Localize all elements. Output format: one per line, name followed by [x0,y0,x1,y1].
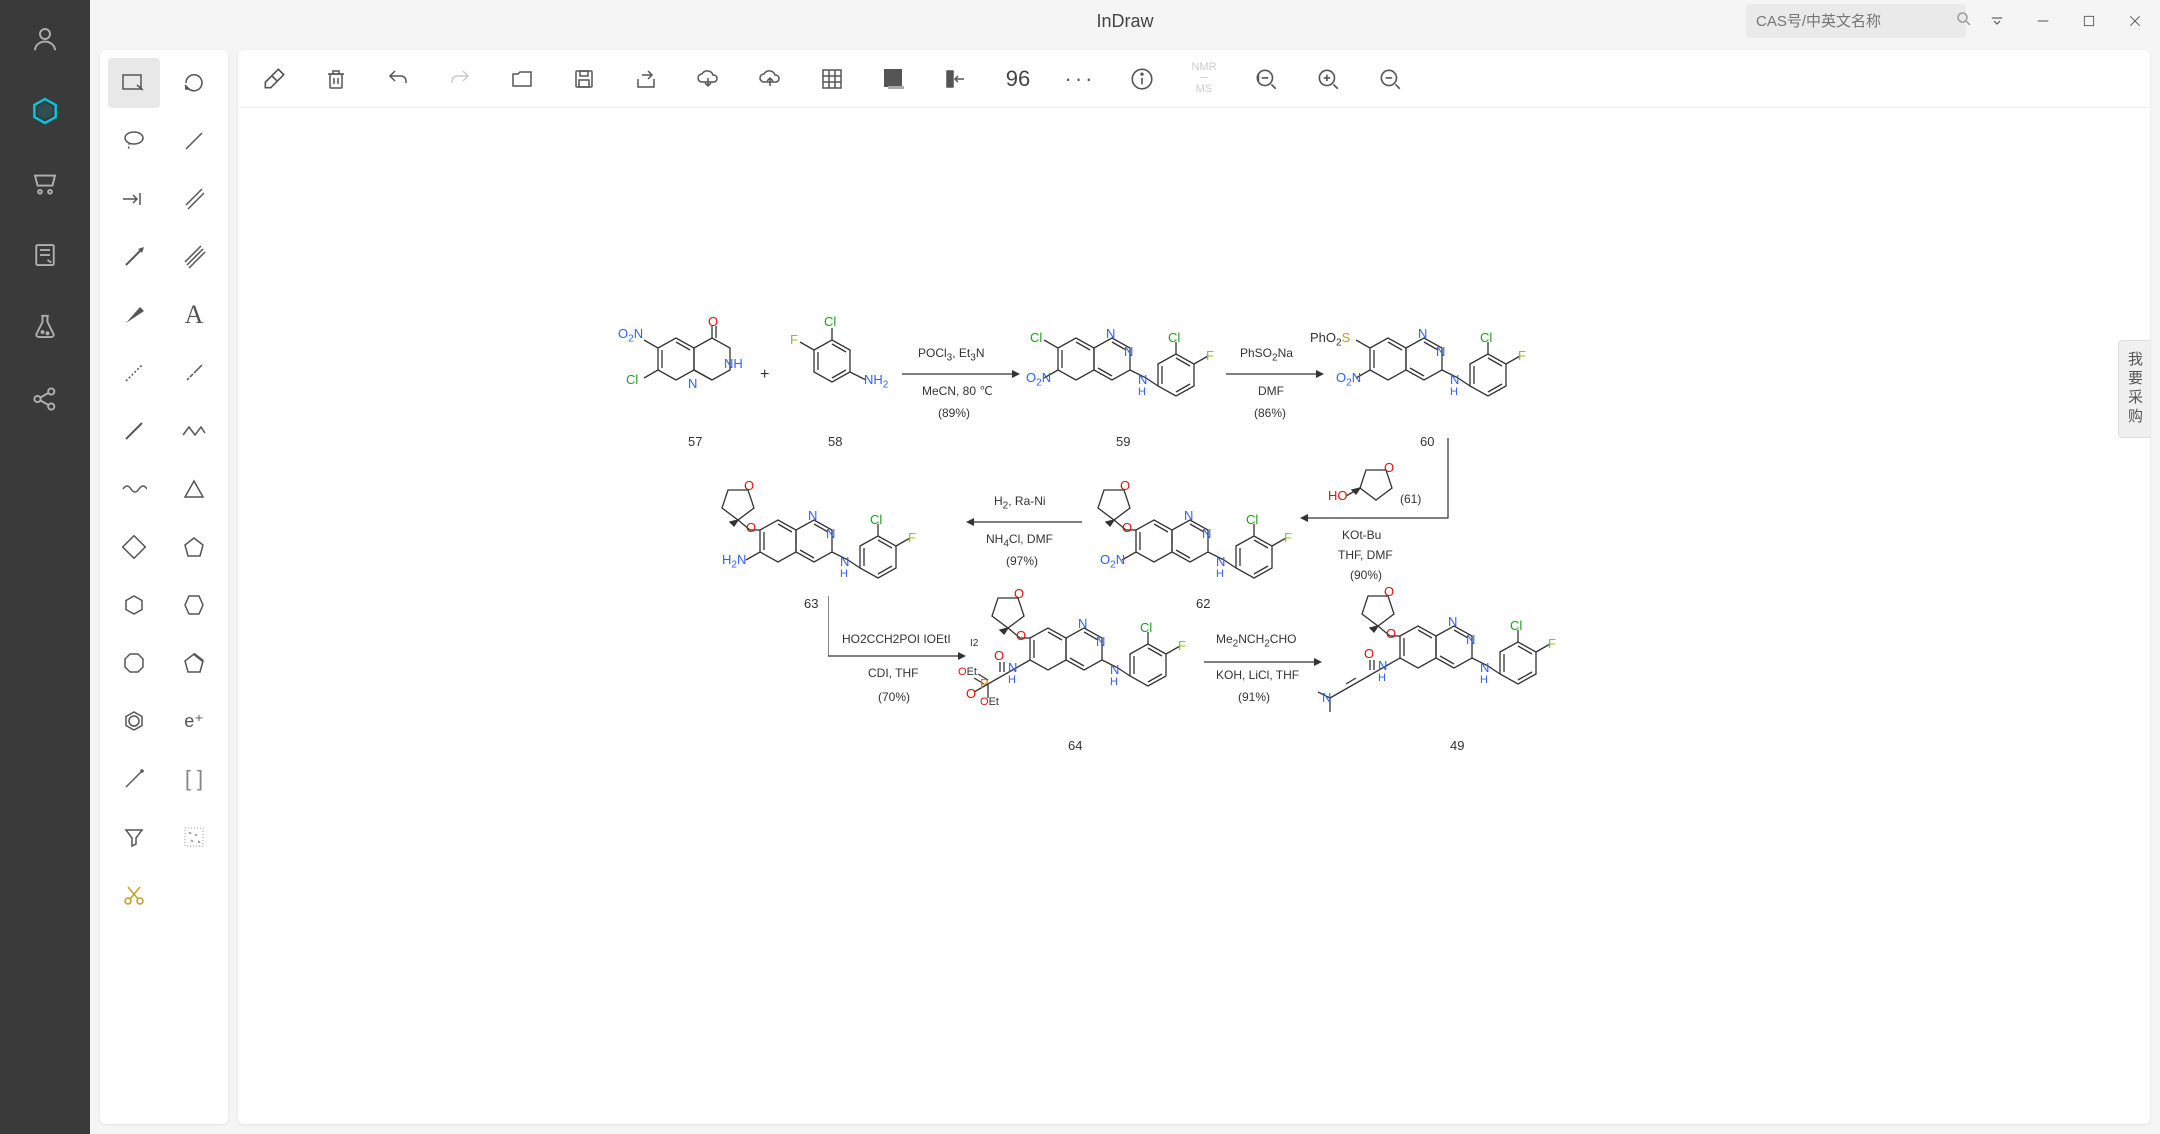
tool-brackets[interactable]: [ ] [168,754,220,804]
info-button[interactable] [1124,61,1160,97]
r2-yield: (86%) [1254,406,1286,420]
tool-text[interactable]: A [168,290,220,340]
reaction-arrow-2 [1226,368,1326,380]
r5-line2: CDI, THF [868,666,918,680]
side-tab-purchase[interactable]: 我要采购 [2118,340,2150,438]
reaction-arrow-1 [902,368,1022,380]
delete-button[interactable] [318,61,354,97]
tool-pentagon[interactable] [168,522,220,572]
compound-num-63: 63 [804,596,818,611]
redo-button[interactable] [442,61,478,97]
r1-line2: MeCN, 80 ℃ [922,384,993,398]
minimize-button[interactable] [2028,6,2058,36]
close-button[interactable] [2120,6,2150,36]
undo-button[interactable] [380,61,416,97]
reaction-arrow-3 [1300,438,1460,538]
tool-rotate[interactable] [168,58,220,108]
tool-hexagon-alt[interactable] [168,580,220,630]
tool-charge-plus[interactable]: e⁺ [168,696,220,746]
r4-line1: H2, Ra-Ni [994,494,1046,511]
compound-num-59: 59 [1116,434,1130,449]
export-button[interactable] [628,61,664,97]
cloud-upload-button[interactable] [752,61,788,97]
open-button[interactable] [504,61,540,97]
search-box[interactable] [1746,4,1966,38]
r2-line2: DMF [1258,384,1284,398]
sidebar-user-icon[interactable] [24,18,66,60]
compound-num-49: 49 [1450,738,1464,753]
tool-hexagon[interactable] [108,580,160,630]
sidebar-cart-icon[interactable] [24,162,66,204]
search-icon[interactable] [1955,10,1973,33]
app-title: InDraw [1096,11,1153,32]
plus-1: + [760,366,769,384]
r2-line1: PhSO2Na [1240,346,1293,363]
eraser-button[interactable] [256,61,292,97]
tool-triangle[interactable] [168,464,220,514]
canvas-wrapper: 96 ··· NMR─MS [238,50,2150,1124]
tool-polyline[interactable] [168,406,220,456]
r3-line1: KOt-Bu [1342,528,1381,542]
nmr-button[interactable]: NMR─MS [1186,61,1222,97]
tool-octagon[interactable] [108,638,160,688]
r6-line2: KOH, LiCl, THF [1216,668,1299,682]
tool-lasso[interactable] [108,116,160,166]
tool-line-tool[interactable] [108,754,160,804]
sidebar-hexagon-icon[interactable] [24,90,66,132]
grid-button[interactable] [814,61,850,97]
align-button[interactable] [938,61,974,97]
titlebar: InDraw [90,0,2160,42]
tool-single-bond[interactable] [168,116,220,166]
tool-wedge-bond[interactable] [108,290,160,340]
tools-panel: A e⁺ [ ] [100,50,228,1124]
tool-benzene[interactable] [108,696,160,746]
save-button[interactable] [566,61,602,97]
sidebar-document-icon[interactable] [24,234,66,276]
tool-square[interactable] [108,522,160,572]
search-input[interactable] [1756,13,1955,30]
more-button[interactable]: ··· [1062,61,1098,97]
compound-num-58: 58 [828,434,842,449]
color-button[interactable] [876,61,912,97]
tool-wave-bond[interactable] [108,464,160,514]
compound-num-57: 57 [688,434,702,449]
tool-funnel[interactable] [108,812,160,862]
caret-down-icon[interactable] [1982,6,2012,36]
tool-bond-plain[interactable] [108,406,160,456]
r4-yield: (97%) [1006,554,1038,568]
tool-cyclopentadienyl[interactable] [168,638,220,688]
tool-scissors[interactable] [108,870,160,920]
reaction-arrow-6 [1204,656,1324,668]
reaction-arrow-4 [964,516,1084,528]
tool-select-rect[interactable] [108,58,160,108]
zoom-in-button[interactable] [1310,61,1346,97]
r3-yield: (90%) [1350,568,1382,582]
tool-chain-extend[interactable] [108,174,160,224]
r6-line1: Me2NCH2CHO [1216,632,1296,649]
tool-arrow[interactable] [108,232,160,282]
r6-yield: (91%) [1238,690,1270,704]
resolution-value[interactable]: 96 [1000,61,1036,97]
r1-line1: POCl3, Et3N [918,346,984,363]
zoom-fit-button[interactable] [1248,61,1284,97]
tool-dots-grid[interactable] [168,812,220,862]
sidebar-dark [0,0,90,1134]
r5-yield: (70%) [878,690,910,704]
tool-dashed-bond[interactable] [108,348,160,398]
tool-triple-bond[interactable] [168,232,220,282]
top-toolbar: 96 ··· NMR─MS [238,50,2150,108]
maximize-button[interactable] [2074,6,2104,36]
sidebar-share-icon[interactable] [24,378,66,420]
r5-line1: HO2CCH2POI IOEtI [842,632,951,646]
tool-double-bond[interactable] [168,174,220,224]
r1-yield: (89%) [938,406,970,420]
compound-num-64: 64 [1068,738,1082,753]
r3-line2: THF, DMF [1338,548,1393,562]
tool-hash-wedge[interactable] [168,348,220,398]
sidebar-flask-icon[interactable] [24,306,66,348]
cloud-download-button[interactable] [690,61,726,97]
r4-line2: NH4Cl, DMF [986,532,1053,549]
drawing-canvas[interactable]: O O2N Cl NH N 57 + [238,108,2150,1124]
zoom-out-button[interactable] [1372,61,1408,97]
